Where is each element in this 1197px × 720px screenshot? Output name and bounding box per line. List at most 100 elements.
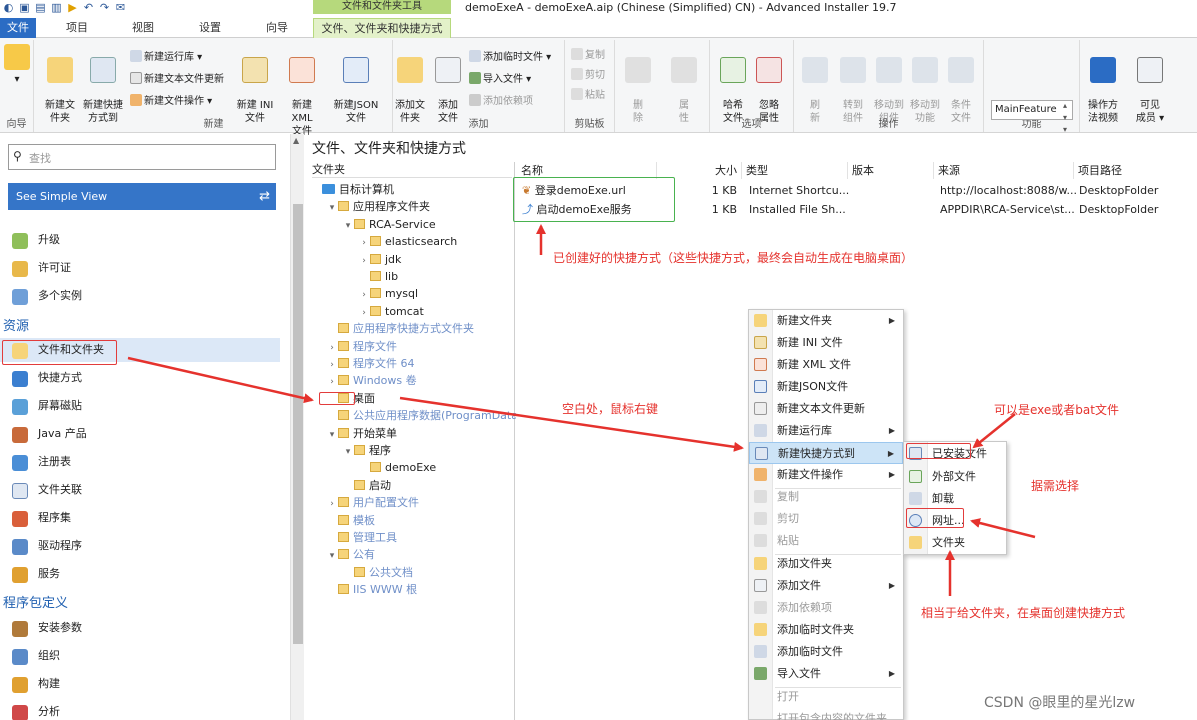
nav-item-services[interactable]: 服务	[0, 562, 280, 586]
tree-item[interactable]: › 用户配置文件	[326, 494, 419, 511]
tab-project[interactable]: 项目	[55, 18, 99, 38]
menu-item-new-text-update[interactable]: 新建文本文件更新	[749, 398, 903, 420]
hash-file-button[interactable]: 哈希 文件	[718, 44, 748, 125]
tree-item[interactable]: › tomcat	[358, 303, 424, 320]
tree-item[interactable]: demoExe	[358, 459, 436, 476]
tree-item[interactable]: › Windows 卷	[326, 372, 416, 389]
new-runtime-button[interactable]: 新建运行库 ▾	[130, 50, 202, 65]
mail-icon[interactable]: ✉	[114, 1, 127, 14]
new-ini-button[interactable]: 新建 INI 文件	[234, 44, 276, 125]
tree-item[interactable]: ▾ 程序	[342, 442, 391, 459]
tree-item[interactable]: ▾ RCA-Service	[342, 216, 436, 233]
menu-item-import-file[interactable]: 导入文件 ▶	[749, 663, 903, 685]
tree-item[interactable]: › 程序文件	[326, 338, 397, 355]
tab-wizard[interactable]: 向导	[254, 18, 300, 38]
new-shortcut-button[interactable]: 新建快捷 方式到	[81, 44, 125, 125]
column-path[interactable]: 项目路径	[1074, 162, 1197, 179]
simple-view-button[interactable]: See Simple View ⇄	[8, 183, 276, 210]
new-json-button[interactable]: 新建JSON 文件	[331, 44, 381, 125]
delete-button[interactable]: 删 除	[625, 44, 651, 125]
nav-item-drivers[interactable]: 驱动程序	[0, 534, 280, 558]
add-dependency-button[interactable]: 添加依赖项	[469, 94, 533, 109]
new-folder-button[interactable]: 新建文 件夹	[43, 44, 77, 125]
add-temp-file-button[interactable]: 添加临时文件 ▾	[469, 50, 551, 65]
video-button[interactable]: 操作方 法视频	[1084, 44, 1122, 125]
tree-item[interactable]: 管理工具	[326, 529, 397, 546]
paste-button[interactable]: 粘贴	[571, 88, 605, 103]
tree-item[interactable]: 公共应用程序数据(ProgramData)	[326, 407, 522, 424]
tree-item[interactable]: 应用程序快捷方式文件夹	[326, 320, 474, 337]
menu-item-open-containing-folder[interactable]: 打开包含内容的文件夹	[749, 708, 903, 720]
build-icon[interactable]: ▥	[50, 1, 63, 14]
menu-item-new-file-op[interactable]: 新建文件操作 ▶	[749, 464, 903, 486]
feature-combo-spinner[interactable]: ▴ ▾ ▾	[1063, 100, 1073, 136]
wizard-button[interactable]: ▾	[4, 44, 30, 86]
left-scrollbar[interactable]: ▲	[290, 134, 304, 720]
new-text-update-button[interactable]: 新建文本文件更新	[130, 72, 224, 87]
collapse-chevron-icon[interactable]: ▾	[326, 200, 338, 217]
feature-combo[interactable]: MainFeature	[991, 100, 1073, 120]
submenu-item-uninstall[interactable]: 卸载	[904, 488, 1006, 510]
menu-item-copy[interactable]: 复制	[749, 486, 903, 508]
cut-button[interactable]: 剪切	[571, 68, 605, 83]
undo-icon[interactable]: ↶	[82, 1, 95, 14]
menu-item-new-json[interactable]: 新建JSON文件	[749, 376, 903, 398]
visible-members-button[interactable]: 可见 成员 ▾	[1130, 44, 1170, 125]
menu-item-open[interactable]: 打开	[749, 686, 903, 708]
nav-item-install-params[interactable]: 安装参数	[0, 616, 280, 640]
submenu-item-folder[interactable]: 文件夹	[904, 532, 1006, 554]
tree-item[interactable]: 公共文档	[342, 564, 413, 581]
tree-item[interactable]: › jdk	[358, 251, 401, 268]
menu-item-new-runtime[interactable]: 新建运行库 ▶	[749, 420, 903, 442]
tree-item[interactable]: ▾ 公有	[326, 546, 375, 563]
tree-item[interactable]: ▾ 应用程序文件夹	[326, 198, 430, 215]
scroll-thumb[interactable]	[293, 204, 303, 644]
nav-item-license[interactable]: 许可证	[0, 256, 280, 280]
column-version[interactable]: 版本	[848, 162, 934, 179]
scroll-up-icon[interactable]: ▲	[293, 136, 299, 145]
refresh-button[interactable]: 刷 新	[802, 44, 828, 125]
nav-item-shortcuts[interactable]: 快捷方式	[0, 366, 280, 390]
collapse-chevron-icon[interactable]: ▾	[326, 548, 338, 565]
tab-view[interactable]: 视图	[120, 18, 166, 38]
tree-item[interactable]: › elasticsearch	[358, 233, 457, 250]
nav-item-upgrade[interactable]: 升级	[0, 228, 280, 252]
collapse-chevron-icon[interactable]: ▾	[342, 218, 354, 235]
nav-item-registry[interactable]: 注册表	[0, 450, 280, 474]
save-icon[interactable]: ▣	[18, 1, 31, 14]
copy-button[interactable]: 复制	[571, 48, 605, 63]
conditional-file-button[interactable]: 条件 文件	[946, 44, 976, 125]
column-type[interactable]: 类型	[742, 162, 848, 179]
new-file-op-button[interactable]: 新建文件操作 ▾	[130, 94, 212, 109]
tree-item[interactable]: IIS WWW 根	[326, 581, 417, 598]
menu-item-add-dependency[interactable]: 添加依赖项	[749, 597, 903, 619]
menu-item-add-folder[interactable]: 添加文件夹	[749, 553, 903, 575]
nav-item-multiple-instances[interactable]: 多个实例	[0, 284, 280, 308]
move-to-component-button[interactable]: 移动到 组件	[872, 44, 906, 125]
nav-item-assemblies[interactable]: 程序集	[0, 506, 280, 530]
search-input[interactable]: ⚲ 查找	[8, 144, 276, 170]
tree-item[interactable]: 模板	[326, 512, 375, 529]
nav-item-screen-tiles[interactable]: 屏幕磁贴	[0, 394, 280, 418]
menu-item-cut[interactable]: 剪切	[749, 508, 903, 530]
tab-settings[interactable]: 设置	[186, 18, 234, 38]
collapse-chevron-icon[interactable]: ▾	[326, 427, 338, 444]
nav-item-build[interactable]: 构建	[0, 672, 280, 696]
collapse-chevron-icon[interactable]: ▾	[342, 444, 354, 461]
tab-file[interactable]: 文件	[0, 18, 36, 38]
new-icon[interactable]: ▤	[34, 1, 47, 14]
move-to-feature-button[interactable]: 移动到 功能	[908, 44, 942, 125]
properties-button[interactable]: 属 性	[671, 44, 697, 125]
run-icon[interactable]: ▶	[66, 1, 79, 14]
nav-item-organization[interactable]: 组织	[0, 644, 280, 668]
menu-item-add-file[interactable]: 添加文件 ▶	[749, 575, 903, 597]
menu-item-new-shortcut[interactable]: 新建快捷方式到 ▶	[749, 442, 903, 464]
menu-item-add-temp-folder[interactable]: 添加临时文件夹	[749, 619, 903, 641]
tree-item[interactable]: › 程序文件 64	[326, 355, 414, 372]
menu-item-paste[interactable]: 粘贴	[749, 530, 903, 552]
import-file-button[interactable]: 导入文件 ▾	[469, 72, 531, 87]
column-source[interactable]: 来源	[934, 162, 1074, 179]
add-folder-button[interactable]: 添加文 件夹	[393, 44, 427, 125]
menu-item-new-ini[interactable]: 新建 INI 文件	[749, 332, 903, 354]
tree-item[interactable]: ▾ 开始菜单	[326, 425, 397, 442]
